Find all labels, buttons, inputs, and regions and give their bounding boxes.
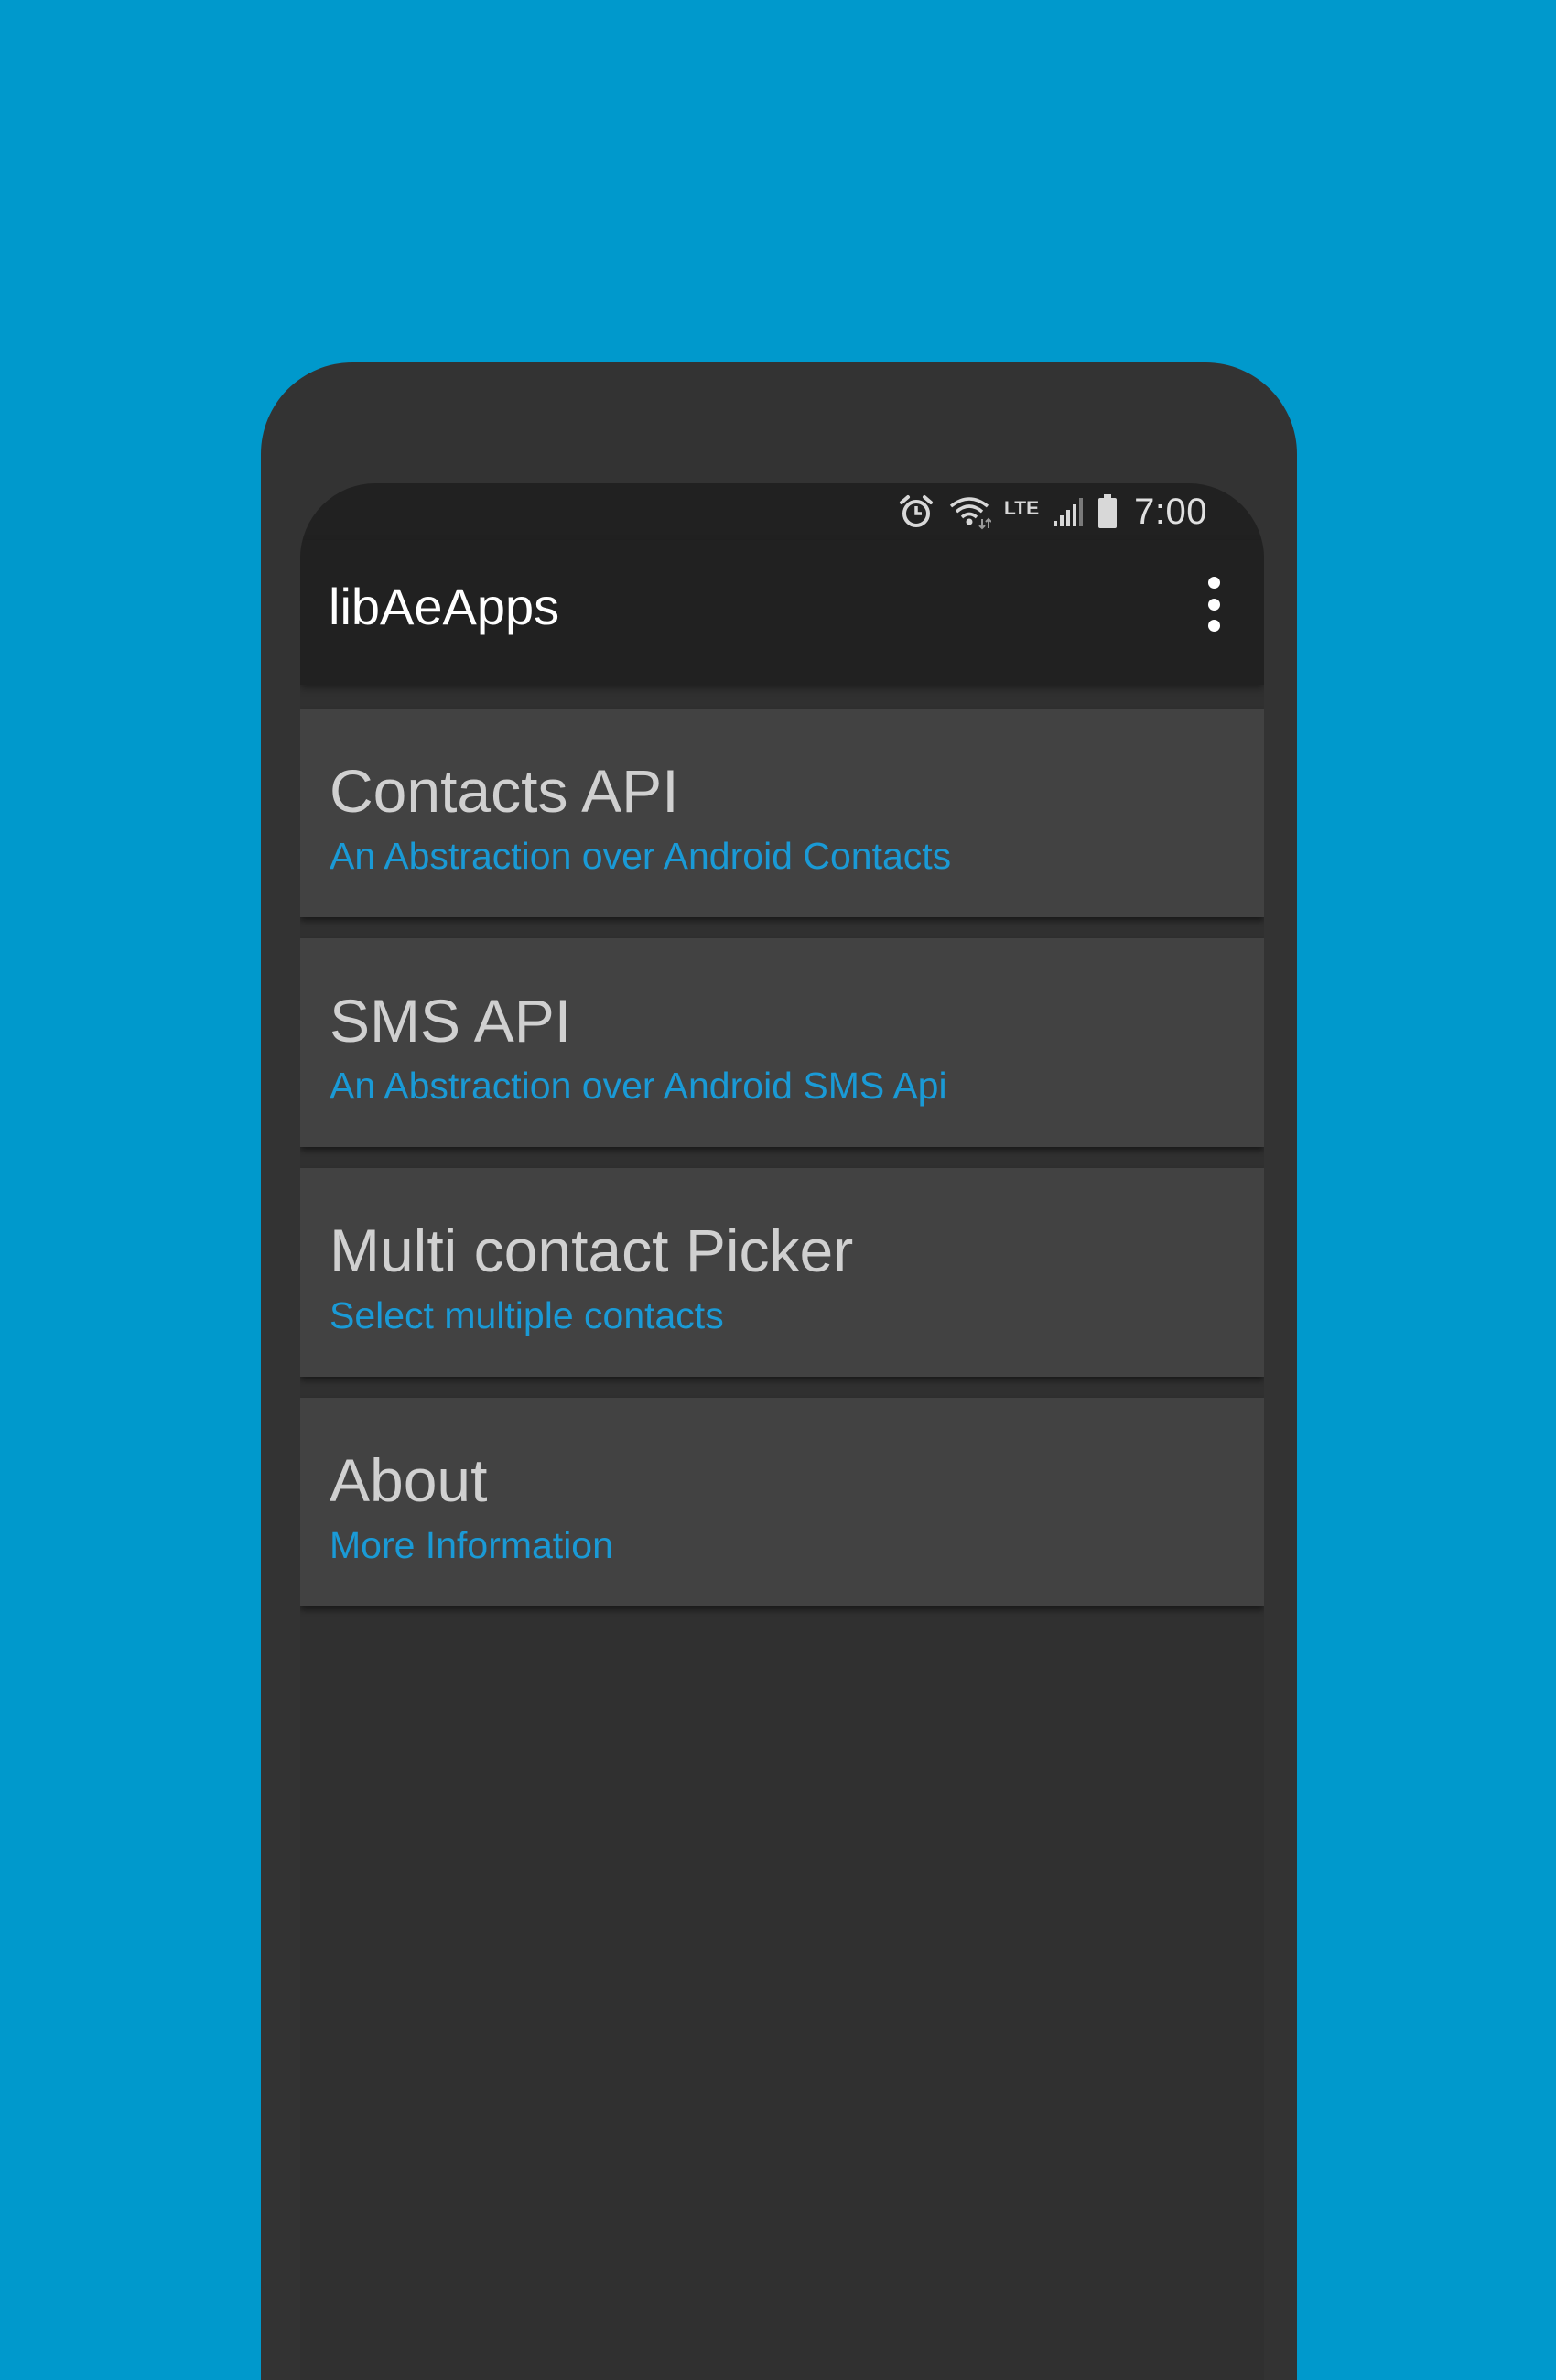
status-time: 7:00 [1134, 491, 1207, 532]
cell-signal-icon [1052, 495, 1085, 528]
menu-dot [1207, 577, 1220, 589]
more-vert-icon[interactable] [1200, 577, 1227, 632]
promo-background: LTE 7:00 libAeApps Contacts API An Abstr… [0, 0, 1556, 2380]
card-about[interactable]: About More Information [300, 1398, 1264, 1606]
card-title: About [330, 1446, 488, 1514]
lte-icon: LTE [1004, 497, 1040, 519]
card-subtitle: Select multiple contacts [330, 1294, 724, 1336]
app-title: libAeApps [329, 578, 560, 635]
menu-dot [1207, 598, 1220, 611]
card-title: Multi contact Picker [330, 1217, 854, 1284]
card-title: Contacts API [330, 757, 679, 825]
card-multi-contact-picker[interactable]: Multi contact Picker Select multiple con… [300, 1168, 1264, 1377]
card-contacts-api[interactable]: Contacts API An Abstraction over Android… [300, 709, 1264, 917]
card-subtitle: More Information [330, 1524, 613, 1566]
phone-screen: LTE 7:00 libAeApps Contacts API An Abstr… [300, 483, 1264, 2380]
card-sms-api[interactable]: SMS API An Abstraction over Android SMS … [300, 938, 1264, 1147]
wifi-icon [947, 493, 992, 530]
app-bar: libAeApps [300, 540, 1264, 685]
status-icons: LTE 7:00 [898, 489, 1207, 535]
battery-icon [1097, 494, 1118, 529]
card-subtitle: An Abstraction over Android Contacts [330, 835, 952, 877]
card-subtitle: An Abstraction over Android SMS Api [330, 1065, 947, 1107]
alarm-icon [898, 493, 935, 530]
card-title: SMS API [330, 987, 572, 1055]
menu-dot [1207, 620, 1220, 632]
status-bar: LTE 7:00 [300, 483, 1264, 540]
